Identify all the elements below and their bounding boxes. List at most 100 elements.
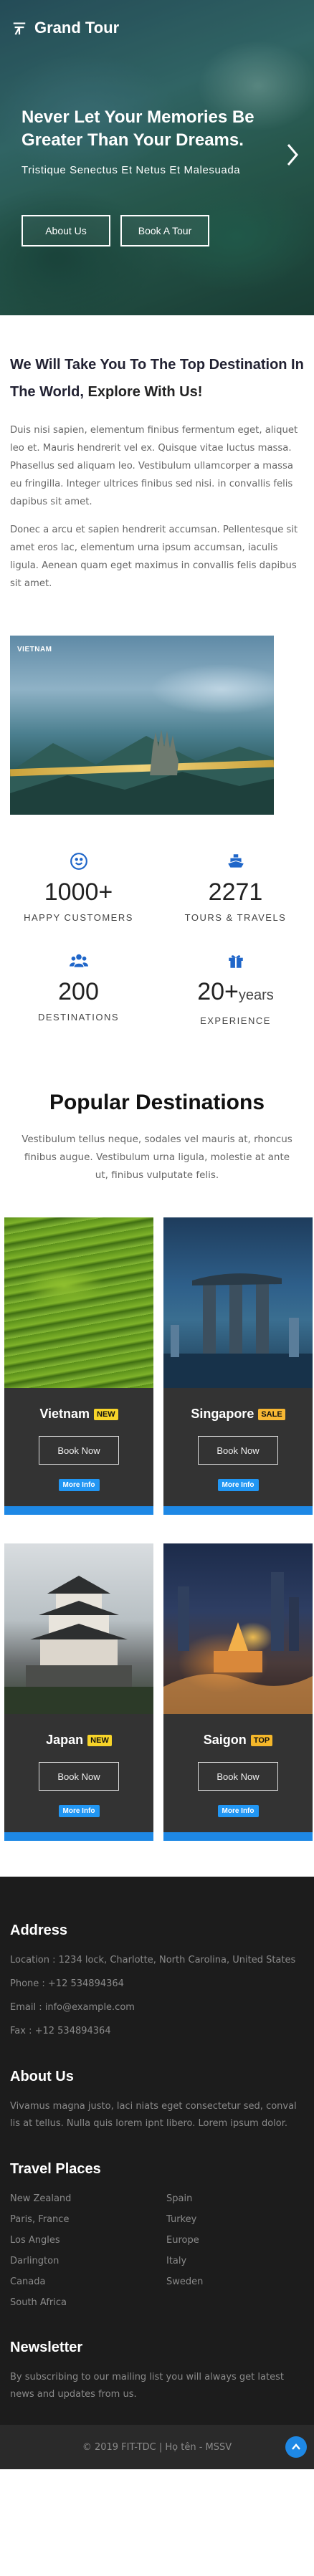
card-accent-bar: [4, 1832, 153, 1841]
popular-subtitle: Vestibulum tellus neque, sodales vel mau…: [22, 1134, 292, 1181]
status-badge: NEW: [87, 1734, 112, 1746]
hero-title: Never Let Your Memories Be Greater Than …: [22, 107, 254, 150]
more-info-button[interactable]: More Info: [217, 1479, 259, 1491]
stat-happy-customers: 1000+ HAPPY CUSTOMERS: [0, 852, 157, 923]
intro-heading: We Will Take You To The Top Destination …: [10, 351, 304, 406]
marina-bay-graphic: [163, 1273, 313, 1388]
destination-card-saigon: Saigon TOP Book Now More Info: [163, 1543, 313, 1841]
status-badge: TOP: [250, 1734, 273, 1746]
hero-banner: Grand Tour Never Let Your Memories Be Gr…: [0, 0, 314, 315]
destination-name: Japan: [46, 1733, 84, 1747]
book-now-button[interactable]: Book Now: [39, 1436, 119, 1465]
book-now-button[interactable]: Book Now: [39, 1762, 119, 1791]
stat-number: 2271: [208, 878, 263, 906]
city-night-graphic: [163, 1572, 313, 1714]
intro-heading-bold: Explore With Us!: [87, 384, 203, 400]
status-badge: SALE: [258, 1408, 285, 1420]
book-a-tour-button[interactable]: Book A Tour: [120, 215, 209, 246]
travel-place-link[interactable]: Turkey: [166, 2211, 303, 2228]
destination-name-row: Vietnam NEW: [4, 1407, 153, 1422]
card-accent-bar: [4, 1506, 153, 1515]
destination-card-singapore: Singapore SALE Book Now More Info: [163, 1217, 313, 1515]
more-info-button[interactable]: More Info: [217, 1805, 259, 1817]
card-accent-bar: [163, 1506, 313, 1515]
ship-icon: [227, 854, 244, 868]
travel-place-link[interactable]: Europe: [166, 2232, 303, 2249]
newsletter-text: By subscribing to our mailing list you w…: [10, 2372, 284, 2400]
about-text: Vivamus magna justo, laci niats eget con…: [10, 2101, 297, 2129]
address-title: Address: [10, 1923, 68, 1938]
castle-graphic: [4, 1576, 153, 1714]
newsletter-title: Newsletter: [10, 2340, 83, 2355]
destination-grid: Vietnam NEW Book Now More Info Singapore…: [0, 1184, 314, 1841]
destination-image-saigon: [163, 1543, 313, 1714]
travel-place-link[interactable]: South Africa: [10, 2294, 166, 2311]
footer: Address Location : 1234 lock, Charlotte,…: [0, 1877, 314, 2425]
stat-tours-travels: 2271 TOURS & TRAVELS: [157, 852, 314, 923]
navbar: Grand Tour: [11, 19, 119, 37]
intro-image-label: VIETNAM: [17, 646, 52, 653]
about-title: About Us: [10, 2069, 74, 2084]
stat-number: 1000+: [44, 878, 113, 906]
stat-experience: 20+years EXPERIENCE: [157, 952, 314, 1026]
chevron-right-icon[interactable]: [284, 142, 301, 168]
hero-subtitle: Tristique Senectus Et Netus Et Malesuada: [22, 164, 241, 176]
chevron-up-icon: [292, 2443, 300, 2450]
travel-place-link[interactable]: New Zealand: [10, 2190, 166, 2207]
travel-place-link[interactable]: Italy: [166, 2253, 303, 2269]
stat-label: DESTINATIONS: [37, 1012, 120, 1023]
about-us-button[interactable]: About Us: [22, 215, 110, 246]
address-location: Location : 1234 lock, Charlotte, North C…: [10, 1955, 296, 1965]
destination-image-japan: [4, 1543, 153, 1714]
hero-buttons: About Us Book A Tour: [22, 215, 209, 246]
destination-name-row: Japan NEW: [4, 1733, 153, 1748]
status-badge: NEW: [94, 1408, 118, 1420]
book-now-button[interactable]: Book Now: [198, 1436, 278, 1465]
stat-label: EXPERIENCE: [200, 1015, 271, 1026]
stat-destinations: 200 DESTINATIONS: [0, 952, 157, 1026]
destination-card-japan: Japan NEW Book Now More Info: [4, 1543, 153, 1841]
travel-places-title: Travel Places: [10, 2161, 101, 2177]
travel-place-link[interactable]: Sweden: [166, 2274, 303, 2290]
stat-label: TOURS & TRAVELS: [184, 912, 287, 923]
travel-place-link[interactable]: Canada: [10, 2274, 166, 2290]
copyright-text: © 2019 FIT-TDC | Họ tên - MSSV: [82, 2441, 232, 2453]
intro-paragraph-2: Donec a arcu et sapien hendrerit accumsa…: [10, 525, 298, 589]
stat-suffix: years: [238, 987, 274, 1003]
popular-title: Popular Destinations: [49, 1091, 265, 1114]
destination-name: Vietnam: [39, 1407, 90, 1421]
travel-place-link[interactable]: Los Angles: [10, 2232, 166, 2249]
smile-icon: [70, 853, 87, 870]
intro-paragraph-1: Duis nisi sapien, elementum finibus ferm…: [10, 425, 298, 507]
intro-image: VIETNAM: [10, 636, 274, 815]
stats-section: 1000+ HAPPY CUSTOMERS 2271 TOURS & TRAVE…: [0, 815, 314, 1026]
address-phone: Phone : +12 534894364: [10, 1978, 124, 1989]
destination-name-row: Singapore SALE: [163, 1407, 313, 1422]
card-accent-bar: [163, 1832, 313, 1841]
travel-place-link[interactable]: Paris, France: [10, 2211, 166, 2228]
more-info-button[interactable]: More Info: [58, 1805, 100, 1817]
travel-place-link[interactable]: Spain: [166, 2190, 303, 2207]
destination-image-singapore: [163, 1217, 313, 1388]
stone-hand-graphic: [150, 729, 179, 775]
destination-card-vietnam: Vietnam NEW Book Now More Info: [4, 1217, 153, 1515]
address-fax: Fax : +12 534894364: [10, 2026, 111, 2036]
intro-section: We Will Take You To The Top Destination …: [0, 315, 314, 815]
bottom-bar: © 2019 FIT-TDC | Họ tên - MSSV: [0, 2425, 314, 2469]
book-now-button[interactable]: Book Now: [198, 1762, 278, 1791]
destination-name-row: Saigon TOP: [163, 1733, 313, 1748]
stat-number: 200: [58, 978, 99, 1005]
travel-place-link[interactable]: Darlington: [10, 2253, 166, 2269]
destination-name: Singapore: [191, 1407, 254, 1421]
destination-name: Saigon: [203, 1733, 247, 1747]
brand-name[interactable]: Grand Tour: [34, 19, 119, 37]
back-to-top-button[interactable]: [285, 2436, 307, 2458]
logo-icon[interactable]: [11, 20, 27, 36]
travel-places-list: New Zealand Spain Paris, France Turkey L…: [10, 2190, 304, 2311]
more-info-button[interactable]: More Info: [58, 1479, 100, 1491]
destination-image-vietnam: [4, 1217, 153, 1388]
gift-icon: [228, 955, 243, 968]
stat-label: HAPPY CUSTOMERS: [24, 912, 133, 923]
popular-destinations-section: Popular Destinations Vestibulum tellus n…: [0, 1026, 314, 1841]
address-email[interactable]: Email : info@example.com: [10, 1999, 304, 2016]
